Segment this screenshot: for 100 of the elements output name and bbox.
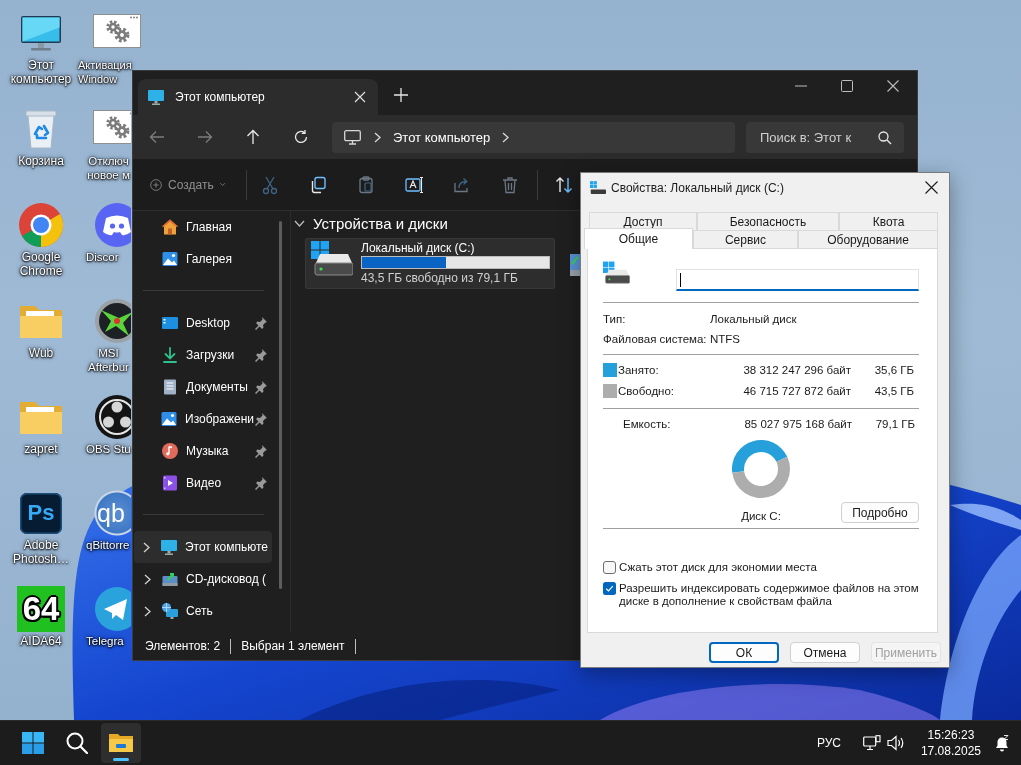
chevron-right-icon bbox=[143, 605, 151, 617]
desktop-icon-label[interactable]: Telegra bbox=[86, 634, 124, 648]
search-icon bbox=[878, 130, 892, 145]
checkbox-label: Разрешить индексировать содержимое файлов на этом диске в дополнение к свойствам файла bbox=[619, 581, 919, 607]
nav-item[interactable]: Изображени bbox=[134, 403, 272, 435]
scissors-icon bbox=[260, 174, 280, 195]
drive-icon bbox=[570, 254, 580, 276]
dialog-tab[interactable]: Безопасность bbox=[697, 212, 839, 230]
speaker-icon bbox=[886, 735, 905, 751]
document-icon bbox=[161, 378, 179, 396]
dialog-button[interactable]: ОК bbox=[709, 642, 779, 663]
network-icon bbox=[161, 602, 179, 620]
drive-icon bbox=[311, 241, 353, 277]
clock-date[interactable]: 17.08.2025 bbox=[920, 743, 981, 759]
music-note-icon bbox=[161, 442, 179, 460]
checkbox[interactable] bbox=[603, 561, 616, 574]
close-icon bbox=[354, 91, 366, 103]
caret-icon bbox=[219, 182, 225, 187]
refresh-icon bbox=[293, 129, 309, 145]
bytes-value: 46 715 727 872 байт bbox=[742, 384, 851, 397]
drive-icon bbox=[603, 261, 630, 285]
chevron-down-icon bbox=[294, 219, 305, 227]
forward-arrow-icon bbox=[197, 130, 213, 144]
up-arrow-icon bbox=[246, 129, 260, 145]
chart-slice bbox=[732, 440, 788, 473]
dialog-tab[interactable]: Сервис bbox=[693, 230, 798, 248]
home-icon bbox=[161, 218, 179, 236]
section-header[interactable]: Устройства и диски bbox=[294, 213, 452, 233]
folder-icon bbox=[108, 732, 134, 754]
nav-item[interactable]: Видео bbox=[134, 467, 272, 499]
nav-item[interactable]: Музыка bbox=[134, 435, 272, 467]
search-field[interactable]: Поиск в: Этот к bbox=[746, 121, 904, 153]
info-label: Файловая система: bbox=[603, 333, 708, 345]
dialog-tab[interactable]: Квота bbox=[839, 212, 938, 230]
minimize-icon bbox=[795, 85, 807, 87]
nav-item[interactable]: Загрузки bbox=[134, 339, 272, 371]
clipboard-icon bbox=[356, 174, 376, 195]
desktop-icon bbox=[161, 314, 179, 332]
maximize-icon bbox=[841, 80, 853, 92]
pin-icon bbox=[254, 348, 268, 362]
scrollbar[interactable] bbox=[278, 221, 282, 589]
pin-icon bbox=[254, 412, 268, 426]
section-title: Устройства и диски bbox=[313, 214, 448, 232]
chevron-right-icon bbox=[374, 131, 381, 143]
name-field[interactable] bbox=[675, 269, 919, 291]
logo-tile: Ps bbox=[20, 492, 62, 534]
chevron-right-icon bbox=[143, 573, 151, 585]
chevron-right-icon bbox=[502, 131, 510, 143]
disk-label: Диск C: bbox=[740, 509, 782, 523]
checkbox-label: Сжать этот диск для экономии места bbox=[619, 560, 818, 574]
checkbox[interactable] bbox=[603, 582, 616, 595]
logo-tile: 64 bbox=[17, 586, 65, 632]
dialog-tab[interactable]: Общие bbox=[584, 228, 693, 249]
dialog-button[interactable]: Отмена bbox=[790, 642, 860, 663]
taskbar-button[interactable] bbox=[101, 723, 141, 763]
desktop-icon-label[interactable]: qBittorre bbox=[86, 538, 130, 552]
nav-item[interactable]: Главная bbox=[134, 211, 272, 243]
size-value: 35,6 ГБ bbox=[873, 363, 914, 376]
bytes-value: 38 312 247 296 байт bbox=[742, 363, 851, 376]
nav-item[interactable]: Документы bbox=[134, 371, 272, 403]
monitor-icon bbox=[160, 538, 179, 556]
search-icon bbox=[66, 732, 88, 754]
status-text: Элементов: 2 bbox=[145, 639, 221, 653]
pin-icon bbox=[254, 476, 268, 490]
wallpaper-ribbon bbox=[950, 503, 1021, 530]
monitor-icon bbox=[147, 88, 165, 106]
address-bar[interactable]: Этот компьютер bbox=[332, 121, 735, 153]
clock-time[interactable]: 15:26:23 bbox=[920, 727, 981, 743]
dialog-tab[interactable]: Оборудование bbox=[798, 230, 938, 248]
info-value: Локальный диск bbox=[710, 313, 797, 325]
windows-logo-icon bbox=[22, 732, 44, 754]
capacity-label: Емкость: bbox=[623, 418, 672, 430]
picture-icon bbox=[160, 410, 179, 428]
dialog-title: Свойства: Локальный диск (C:) bbox=[611, 180, 785, 195]
info-label: Тип: bbox=[603, 313, 627, 325]
gallery-icon bbox=[161, 250, 179, 268]
rename-icon bbox=[404, 174, 424, 195]
pin-icon bbox=[254, 444, 268, 458]
nav-item[interactable]: Сеть bbox=[134, 595, 272, 627]
back-arrow-icon bbox=[149, 130, 165, 144]
paper-plane-icon bbox=[93, 586, 131, 632]
language-indicator[interactable]: РУС bbox=[816, 736, 841, 750]
tab-title: Этот компьютер bbox=[175, 90, 266, 104]
usage-label: Свободно: bbox=[618, 384, 676, 397]
drive-tile[interactable]: Локальный диск (C:) 43,5 ГБ свободно из 79,1 ГБ bbox=[305, 238, 555, 289]
pin-icon bbox=[254, 316, 268, 330]
nav-item[interactable]: Галерея bbox=[134, 243, 272, 275]
window-tab[interactable]: Этот компьютер bbox=[138, 79, 378, 115]
drive-icon bbox=[590, 180, 606, 195]
nav-item[interactable]: Desktop bbox=[134, 307, 272, 339]
drive-arrow-icon bbox=[161, 570, 179, 588]
nav-item[interactable]: Этот компьюте bbox=[134, 531, 272, 563]
close-icon bbox=[924, 181, 938, 194]
download-icon bbox=[161, 346, 179, 364]
drive-space-text: 43,5 ГБ свободно из 79,1 ГБ bbox=[361, 271, 519, 285]
nav-item[interactable]: CD-дисковод ( bbox=[134, 563, 272, 595]
monitor-outline-icon bbox=[344, 129, 361, 145]
notification-bell-icon bbox=[993, 734, 1011, 752]
address-segment[interactable]: Этот компьютер bbox=[393, 129, 491, 145]
details-button[interactable]: Подробно bbox=[841, 502, 919, 523]
